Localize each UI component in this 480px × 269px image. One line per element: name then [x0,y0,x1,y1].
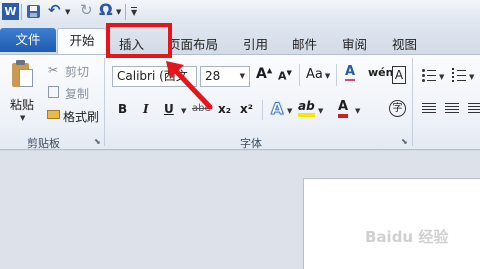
bold-button[interactable]: B [118,102,127,116]
tab-file[interactable]: 文件 [0,28,56,52]
save-icon[interactable] [27,5,40,18]
bullets-dropdown-icon[interactable]: ▼ [439,73,444,81]
text-effects-button[interactable]: A [270,99,283,119]
tab-mailings[interactable]: 邮件 [292,34,317,53]
paste-dropdown-icon[interactable]: ▼ [20,114,25,122]
align-center-icon[interactable] [445,103,459,115]
text-effects-dropdown-icon[interactable]: ▼ [287,107,292,115]
font-group-label: 字体 [240,137,262,150]
tab-page-layout[interactable]: 页面布局 [168,34,218,53]
align-left-icon[interactable] [422,103,436,115]
paste-icon[interactable] [10,60,34,90]
divider [262,100,263,120]
quick-access-toolbar: W ↶ ▼ ↻ Ω ▼ ▼ [0,0,480,24]
divider [299,64,300,86]
annotation-arrow [166,61,213,110]
paste-label[interactable]: 粘贴 [10,96,34,113]
divider [104,58,105,146]
divider [21,4,22,20]
cut-icon[interactable]: ✂ [48,63,58,77]
change-case-icon[interactable]: Aa ▼ [306,67,330,82]
enclose-characters-button[interactable]: 字 [389,100,406,117]
clear-formatting-icon[interactable]: A [345,64,356,81]
highlight-dropdown-icon[interactable]: ▼ [318,107,323,115]
symbol-icon[interactable]: Ω [99,0,113,19]
italic-button[interactable]: I [143,102,149,116]
format-painter-label[interactable]: 格式刷 [63,108,99,125]
undo-icon[interactable]: ↶ [48,1,61,19]
undo-dropdown-icon[interactable]: ▼ [65,8,70,16]
font-launcher-icon[interactable]: ⬊ [401,137,408,146]
clipboard-group-label: 剪贴板 [27,137,60,150]
divider [412,58,413,146]
align-right-icon[interactable] [468,103,480,115]
format-painter-icon[interactable] [47,110,60,119]
shrink-font-icon[interactable]: A▼ [278,69,292,83]
divider [336,64,337,86]
copy-label[interactable]: 复制 [65,85,89,102]
tab-review[interactable]: 审阅 [342,34,367,53]
insert-tab-highlight-box [106,23,172,58]
tab-references[interactable]: 引用 [243,34,268,53]
numbering-dropdown-icon[interactable]: ▼ [469,73,474,81]
font-color-button[interactable]: A [338,99,349,118]
divider [125,4,126,20]
phonetic-guide-icon[interactable]: wén [368,66,393,79]
grow-font-icon[interactable]: A▲ [256,66,272,82]
character-border-icon[interactable]: A [392,66,406,84]
tab-view[interactable]: 视图 [392,34,417,53]
clipboard-launcher-icon[interactable]: ⬊ [94,137,101,146]
superscript-button[interactable]: x² [240,102,253,116]
redo-icon[interactable]: ↻ [80,1,93,19]
highlight-button[interactable]: ab [298,99,315,117]
document-page[interactable] [303,178,480,269]
cut-label[interactable]: 剪切 [65,63,89,80]
font-size-dropdown-icon[interactable]: ▼ [240,67,245,86]
customize-toolbar-icon[interactable]: ▼ [131,7,138,17]
numbering-icon[interactable] [452,68,466,82]
watermark: Baidu 经验 [365,228,449,246]
font-color-dropdown-icon[interactable]: ▼ [355,107,360,115]
tab-home[interactable]: 开始 [57,28,107,55]
bullets-icon[interactable] [422,68,436,82]
word-app-icon[interactable]: W [2,3,19,20]
symbol-dropdown-icon[interactable]: ▼ [116,8,121,16]
copy-icon[interactable] [48,86,59,98]
